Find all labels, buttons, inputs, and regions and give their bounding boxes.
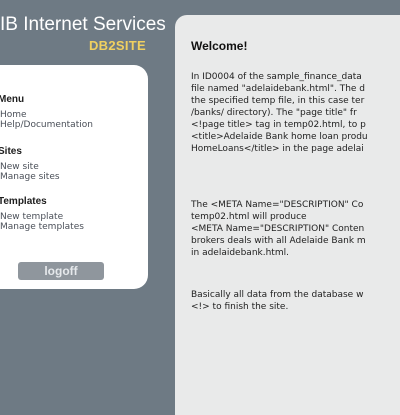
paragraph-line: The <META Name="DESCRIPTION" Co (191, 200, 364, 210)
site-header: IB Internet Services DB2SITE (0, 0, 175, 60)
paragraph-line: <title>Adelaide Bank home loan produ (191, 132, 368, 142)
paragraph-line: Basically all data from the database w (191, 290, 364, 300)
paragraph-line: brokers deals with all Adelaide Bank m (191, 236, 366, 246)
paragraph-line: <!page title> tag in temp02.html, to p (191, 120, 366, 130)
paragraph-line: <META Name="DESCRIPTION" Conten (191, 224, 365, 234)
menu-list: Home Help/Documentation (0, 110, 93, 130)
paragraph-line: file named "adelaidebank.html". The d (191, 84, 366, 94)
paragraph-line: in adelaidebank.html. (191, 248, 289, 258)
nav-link-home[interactable]: Home (0, 110, 93, 120)
nav-link-new-template[interactable]: New template (0, 212, 93, 222)
brand-subtitle: DB2SITE (88, 38, 146, 53)
sidebar-nav: Menu Home Help/Documentation Sites New s… (0, 89, 93, 232)
summary-paragraph: Basically all data from the database w <… (191, 289, 400, 313)
nav-link-help-documentation[interactable]: Help/Documentation (0, 120, 93, 130)
main-content: Welcome! In ID0004 of the sample_finance… (175, 15, 400, 415)
intro-paragraph: In ID0004 of the sample_finance_data fil… (191, 71, 400, 155)
sidebar: Menu Home Help/Documentation Sites New s… (0, 65, 148, 289)
paragraph-line: the specified temp file, in this case te… (191, 96, 365, 106)
paragraph-line: HomeLoans</title> in the page adelai (191, 144, 364, 154)
templates-heading: Templates (0, 196, 47, 207)
templates-list: New template Manage templates (0, 212, 93, 232)
paragraph-line: <!> to finish the site. (191, 302, 289, 312)
paragraph-line: temp02.html will produce (191, 212, 307, 222)
menu-heading: Menu (0, 94, 25, 105)
nav-link-new-site[interactable]: New site (0, 162, 93, 172)
logoff-button[interactable]: logoff (18, 262, 104, 280)
nav-link-manage-templates[interactable]: Manage templates (0, 222, 93, 232)
nav-link-manage-sites[interactable]: Manage sites (0, 172, 93, 182)
brand-title: IB Internet Services (0, 14, 166, 35)
sites-heading: Sites (0, 146, 22, 157)
paragraph-line: In ID0004 of the sample_finance_data (191, 72, 362, 82)
meta-paragraph: The <META Name="DESCRIPTION" Co temp02.h… (191, 199, 400, 259)
sites-list: New site Manage sites (0, 162, 93, 182)
welcome-heading: Welcome! (191, 39, 248, 53)
paragraph-line: /banks/ directory). The "page title" fr (191, 108, 357, 118)
